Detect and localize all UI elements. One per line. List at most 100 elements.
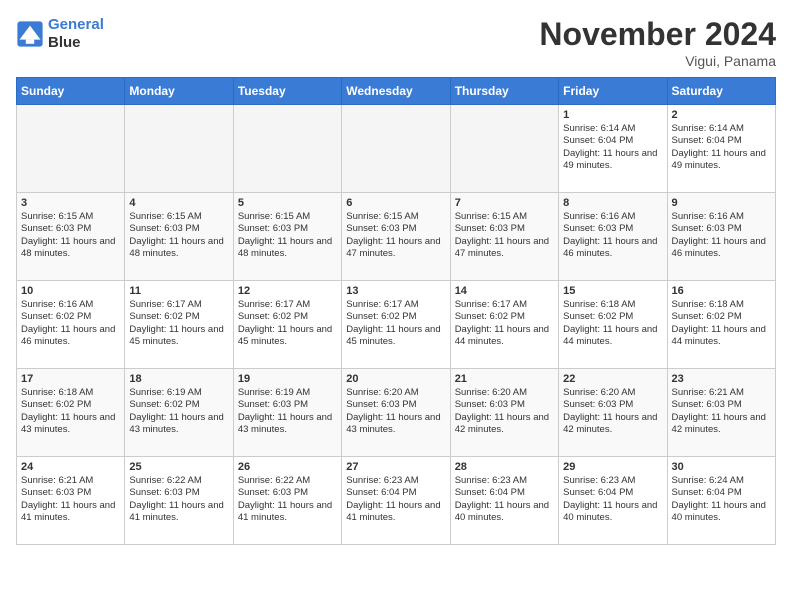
calendar-cell xyxy=(342,105,450,193)
calendar-cell: 12Sunrise: 6:17 AMSunset: 6:02 PMDayligh… xyxy=(233,281,341,369)
cell-content-line: Daylight: 11 hours and 49 minutes. xyxy=(672,148,771,173)
month-title: November 2024 xyxy=(539,16,776,53)
calendar-cell: 9Sunrise: 6:16 AMSunset: 6:03 PMDaylight… xyxy=(667,193,775,281)
cell-content-line: Sunrise: 6:15 AM xyxy=(129,211,228,223)
cell-content-line: Sunrise: 6:24 AM xyxy=(672,475,771,487)
cell-content-line: Sunset: 6:02 PM xyxy=(129,311,228,323)
day-number: 28 xyxy=(455,461,554,473)
weekday-header: Tuesday xyxy=(233,78,341,105)
calendar-cell: 15Sunrise: 6:18 AMSunset: 6:02 PMDayligh… xyxy=(559,281,667,369)
calendar-cell: 2Sunrise: 6:14 AMSunset: 6:04 PMDaylight… xyxy=(667,105,775,193)
cell-content-line: Sunrise: 6:20 AM xyxy=(455,387,554,399)
cell-content-line: Sunrise: 6:18 AM xyxy=(563,299,662,311)
cell-content-line: Sunset: 6:03 PM xyxy=(563,223,662,235)
day-number: 20 xyxy=(346,373,445,385)
cell-content-line: Daylight: 11 hours and 42 minutes. xyxy=(455,412,554,437)
cell-content-line: Sunset: 6:04 PM xyxy=(455,487,554,499)
calendar-cell: 25Sunrise: 6:22 AMSunset: 6:03 PMDayligh… xyxy=(125,457,233,545)
calendar-cell: 26Sunrise: 6:22 AMSunset: 6:03 PMDayligh… xyxy=(233,457,341,545)
cell-content-line: Sunrise: 6:17 AM xyxy=(238,299,337,311)
cell-content-line: Sunset: 6:03 PM xyxy=(238,399,337,411)
weekday-header: Sunday xyxy=(17,78,125,105)
calendar-week-row: 24Sunrise: 6:21 AMSunset: 6:03 PMDayligh… xyxy=(17,457,776,545)
calendar-cell: 14Sunrise: 6:17 AMSunset: 6:02 PMDayligh… xyxy=(450,281,558,369)
day-number: 14 xyxy=(455,285,554,297)
cell-content-line: Daylight: 11 hours and 44 minutes. xyxy=(455,324,554,349)
weekday-header: Friday xyxy=(559,78,667,105)
calendar-week-row: 1Sunrise: 6:14 AMSunset: 6:04 PMDaylight… xyxy=(17,105,776,193)
cell-content-line: Daylight: 11 hours and 41 minutes. xyxy=(346,500,445,525)
calendar-cell: 10Sunrise: 6:16 AMSunset: 6:02 PMDayligh… xyxy=(17,281,125,369)
calendar-week-row: 17Sunrise: 6:18 AMSunset: 6:02 PMDayligh… xyxy=(17,369,776,457)
day-number: 4 xyxy=(129,197,228,209)
day-number: 16 xyxy=(672,285,771,297)
cell-content-line: Daylight: 11 hours and 40 minutes. xyxy=(455,500,554,525)
day-number: 1 xyxy=(563,109,662,121)
calendar-cell: 30Sunrise: 6:24 AMSunset: 6:04 PMDayligh… xyxy=(667,457,775,545)
cell-content-line: Sunrise: 6:18 AM xyxy=(672,299,771,311)
cell-content-line: Sunrise: 6:16 AM xyxy=(672,211,771,223)
cell-content-line: Sunrise: 6:21 AM xyxy=(672,387,771,399)
cell-content-line: Sunset: 6:02 PM xyxy=(129,399,228,411)
cell-content-line: Sunrise: 6:20 AM xyxy=(563,387,662,399)
logo: General Blue xyxy=(16,16,104,52)
calendar-cell: 21 Sunrise: 6:20 AMSunset: 6:03 PMDayligh… xyxy=(450,369,558,457)
cell-content-line: Daylight: 11 hours and 42 minutes. xyxy=(563,412,662,437)
calendar-cell: 1Sunrise: 6:14 AMSunset: 6:04 PMDaylight… xyxy=(559,105,667,193)
calendar-cell: 5Sunrise: 6:15 AMSunset: 6:03 PMDaylight… xyxy=(233,193,341,281)
cell-content-line: Daylight: 11 hours and 41 minutes. xyxy=(21,500,120,525)
cell-content-line: Sunrise: 6:14 AM xyxy=(563,123,662,135)
logo-icon xyxy=(16,20,44,48)
cell-content-line: Daylight: 11 hours and 47 minutes. xyxy=(346,236,445,261)
calendar-cell: 24Sunrise: 6:21 AMSunset: 6:03 PMDayligh… xyxy=(17,457,125,545)
cell-content-line: Sunrise: 6:15 AM xyxy=(238,211,337,223)
calendar-cell: 19Sunrise: 6:19 AMSunset: 6:03 PMDayligh… xyxy=(233,369,341,457)
cell-content-line: Daylight: 11 hours and 43 minutes. xyxy=(129,412,228,437)
day-number: 22 xyxy=(563,373,662,385)
cell-content-line: Sunrise: 6:14 AM xyxy=(672,123,771,135)
calendar-cell xyxy=(233,105,341,193)
day-number: 5 xyxy=(238,197,337,209)
cell-content-line: Daylight: 11 hours and 44 minutes. xyxy=(563,324,662,349)
cell-content-line: Sunset: 6:02 PM xyxy=(21,399,120,411)
calendar-cell: 8Sunrise: 6:16 AMSunset: 6:03 PMDaylight… xyxy=(559,193,667,281)
cell-content-line: Daylight: 11 hours and 41 minutes. xyxy=(238,500,337,525)
cell-content-line: Sunset: 6:02 PM xyxy=(238,311,337,323)
cell-content-line: Sunset: 6:03 PM xyxy=(346,399,445,411)
weekday-header-row: SundayMondayTuesdayWednesdayThursdayFrid… xyxy=(17,78,776,105)
calendar-cell: 23Sunrise: 6:21 AMSunset: 6:03 PMDayligh… xyxy=(667,369,775,457)
logo-blue: Blue xyxy=(48,34,81,51)
day-number: 13 xyxy=(346,285,445,297)
cell-content-line: Sunset: 6:03 PM xyxy=(346,223,445,235)
cell-content-line: Sunset: 6:04 PM xyxy=(346,487,445,499)
day-number: 17 xyxy=(21,373,120,385)
cell-content-line: Sunrise: 6:22 AM xyxy=(238,475,337,487)
cell-content-line: Sunrise: 6:15 AM xyxy=(346,211,445,223)
cell-content-line: Daylight: 11 hours and 43 minutes. xyxy=(346,412,445,437)
cell-content-line: Sunset: 6:03 PM xyxy=(455,223,554,235)
cell-content-line: Sunset: 6:02 PM xyxy=(563,311,662,323)
cell-content-line: Daylight: 11 hours and 48 minutes. xyxy=(129,236,228,261)
day-number: 19 xyxy=(238,373,337,385)
calendar-cell: 16Sunrise: 6:18 AMSunset: 6:02 PMDayligh… xyxy=(667,281,775,369)
day-number: 25 xyxy=(129,461,228,473)
cell-content-line: Sunset: 6:04 PM xyxy=(672,135,771,147)
day-number: 6 xyxy=(346,197,445,209)
calendar-cell xyxy=(125,105,233,193)
title-block: November 2024 Vigui, Panama xyxy=(539,16,776,69)
calendar-cell xyxy=(450,105,558,193)
cell-content-line: Sunrise: 6:23 AM xyxy=(346,475,445,487)
cell-content-line: Sunset: 6:02 PM xyxy=(21,311,120,323)
day-number: 21 xyxy=(455,373,554,385)
cell-content-line: Daylight: 11 hours and 46 minutes. xyxy=(563,236,662,261)
cell-content-line: Sunrise: 6:16 AM xyxy=(21,299,120,311)
cell-content-line: Sunset: 6:03 PM xyxy=(455,399,554,411)
cell-content-line: Sunrise: 6:15 AM xyxy=(455,211,554,223)
cell-content-line: Sunrise: 6:20 AM xyxy=(346,387,445,399)
day-number: 29 xyxy=(563,461,662,473)
calendar-cell: 27Sunrise: 6:23 AMSunset: 6:04 PMDayligh… xyxy=(342,457,450,545)
cell-content-line: Daylight: 11 hours and 40 minutes. xyxy=(672,500,771,525)
cell-content-line: Sunrise: 6:18 AM xyxy=(21,387,120,399)
day-number: 11 xyxy=(129,285,228,297)
cell-content-line: Sunset: 6:02 PM xyxy=(672,311,771,323)
